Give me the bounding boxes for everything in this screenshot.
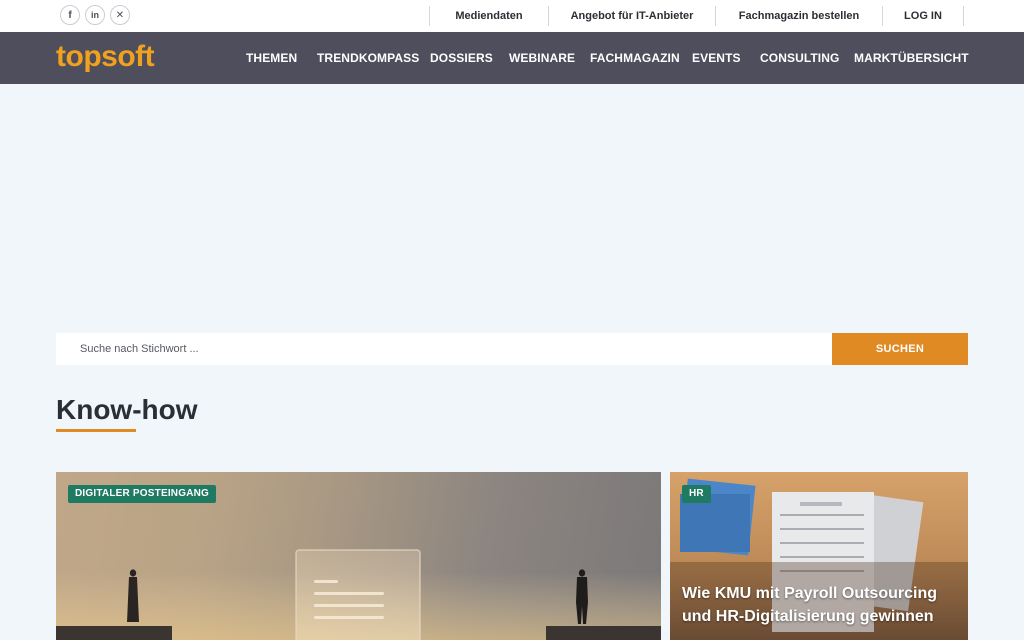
nav-item-consulting[interactable]: CONSULTING [760, 32, 839, 84]
nav-item-marktuebersicht[interactable]: MARKTÜBERSICHT [854, 32, 969, 84]
nav-item-fachmagazin[interactable]: FACHMAGAZIN [590, 32, 680, 84]
article-card-digitaler-posteingang[interactable]: DIGITALER POSTEINGANG [56, 472, 661, 640]
nav-item-trendkompass[interactable]: TRENDKOMPASS [317, 32, 419, 84]
facebook-icon[interactable]: f [60, 5, 80, 25]
article-card-payroll-outsourcing[interactable]: HR Wie KMU mit Payroll Outsourcing und H… [670, 472, 968, 640]
xing-icon[interactable]: ✕ [110, 5, 130, 25]
main-navigation: topsoft THEMEN TRENDKOMPASS DOSSIERS WEB… [0, 32, 1024, 84]
angebot-it-anbieter-link[interactable]: Angebot für IT-Anbieter [549, 0, 715, 32]
login-link[interactable]: LOG IN [883, 0, 963, 32]
mediendaten-link[interactable]: Mediendaten [430, 0, 548, 32]
linkedin-icon[interactable]: in [85, 5, 105, 25]
top-utility-bar: f in ✕ Mediendaten Angebot für IT-Anbiet… [0, 0, 1024, 32]
nav-item-dossiers[interactable]: DOSSIERS [430, 32, 493, 84]
search-input[interactable] [56, 333, 832, 365]
category-badge[interactable]: HR [682, 485, 711, 503]
search-button[interactable]: SUCHEN [832, 333, 968, 365]
fachmagazin-bestellen-link[interactable]: Fachmagazin bestellen [716, 0, 882, 32]
article-headline[interactable]: Wie KMU mit Payroll Outsourcing und HR-D… [682, 582, 962, 628]
nav-item-themen[interactable]: THEMEN [246, 32, 297, 84]
nav-item-events[interactable]: EVENTS [692, 32, 741, 84]
section-title-know-how: Know-how [56, 394, 198, 425]
utility-divider [963, 6, 964, 26]
category-badge[interactable]: DIGITALER POSTEINGANG [68, 485, 217, 503]
section-title-underline [56, 429, 136, 432]
topsoft-logo[interactable]: topsoft [56, 39, 155, 75]
nav-item-webinare[interactable]: WEBINARE [509, 32, 575, 84]
